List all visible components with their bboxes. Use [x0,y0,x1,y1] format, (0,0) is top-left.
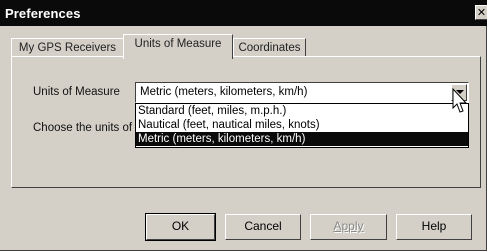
units-dropdown-list: Standard (feet, miles, m.p.h.) Nautical … [135,103,469,148]
units-select-value: Metric (meters, kilometers, km/h) [140,86,308,98]
cancel-button[interactable]: Cancel [225,214,301,240]
tab-label: Units of Measure [134,38,222,50]
close-icon: ✕ [476,7,487,19]
mouse-pointer-icon [452,88,468,113]
tab-units-of-measure[interactable]: Units of Measure [123,34,233,59]
option-nautical[interactable]: Nautical (feet, nautical miles, knots) [136,118,468,132]
title-bar[interactable]: Preferences ✕ [0,0,487,26]
close-button[interactable]: ✕ [475,5,487,20]
help-button[interactable]: Help [396,214,472,240]
apply-label: Apply [333,219,364,233]
option-standard[interactable]: Standard (feet, miles, m.p.h.) [136,104,468,118]
preferences-dialog: Preferences ✕ My GPS Receivers Units of … [0,0,487,251]
tab-coordinates[interactable]: Coordinates [233,38,306,57]
tab-label: My GPS Receivers [18,42,117,54]
option-metric[interactable]: Metric (meters, kilometers, km/h) [136,132,468,146]
cancel-label: Cancel [244,219,282,233]
units-label: Units of Measure [33,86,120,98]
units-hint-text: Choose the units of [33,122,133,134]
apply-button[interactable]: Apply [310,214,387,240]
units-select[interactable]: Metric (meters, kilometers, km/h) [135,82,469,103]
window-title: Preferences [5,5,81,21]
ok-label: OK [171,219,190,233]
tab-label: Coordinates [238,42,301,54]
ok-button[interactable]: OK [145,213,216,241]
help-label: Help [421,219,447,233]
tab-my-gps-receivers[interactable]: My GPS Receivers [11,38,124,57]
